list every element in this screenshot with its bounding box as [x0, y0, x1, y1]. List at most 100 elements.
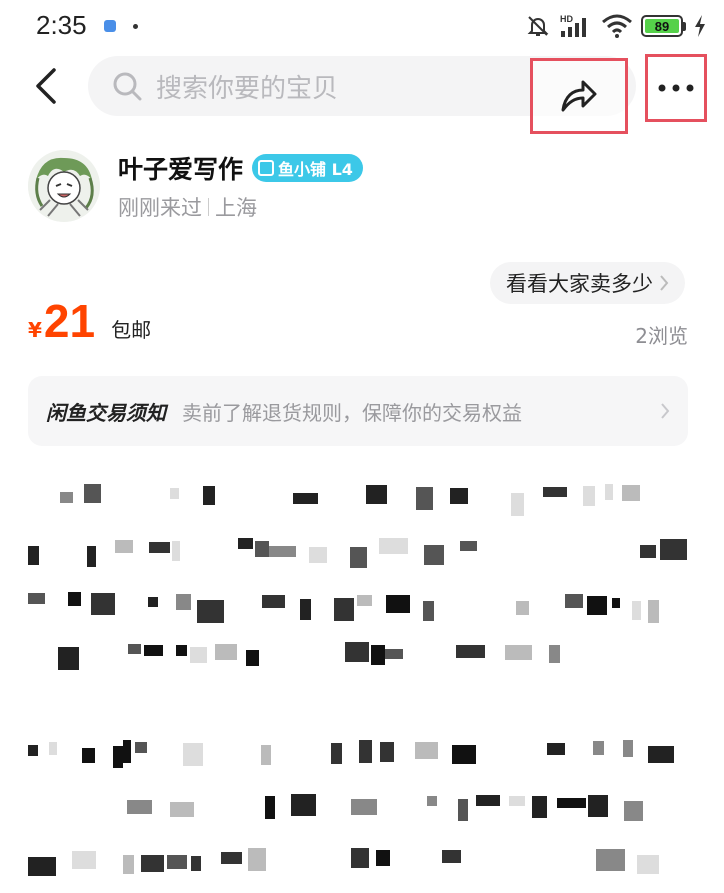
mosaic-block	[648, 746, 674, 763]
more-button[interactable]	[645, 54, 707, 122]
divider	[208, 198, 209, 216]
mosaic-block	[415, 742, 438, 759]
mosaic-block	[87, 546, 96, 567]
mosaic-block	[300, 599, 311, 620]
mosaic-block	[385, 649, 403, 659]
mosaic-block	[82, 748, 95, 763]
status-bar: 2:35 HD 89	[0, 0, 724, 52]
mosaic-block	[543, 487, 567, 497]
search-placeholder: 搜索你要的宝贝	[156, 73, 339, 104]
price-amount: 21	[43, 295, 96, 347]
mosaic-block	[265, 796, 275, 819]
mosaic-block	[123, 855, 134, 874]
mosaic-block	[215, 644, 237, 660]
mosaic-block	[532, 796, 547, 818]
mosaic-block	[123, 740, 131, 763]
share-button[interactable]	[530, 58, 628, 134]
compare-prices-button[interactable]: 看看大家卖多少	[490, 262, 685, 304]
mosaic-block	[366, 485, 387, 504]
mosaic-block	[221, 852, 242, 864]
mosaic-block	[509, 796, 525, 806]
compare-label: 看看大家卖多少	[506, 272, 653, 296]
hd-signal-icon: HD	[560, 14, 586, 37]
mosaic-block	[640, 545, 656, 558]
mosaic-block	[637, 855, 659, 874]
mosaic-block	[49, 742, 57, 755]
wifi-icon	[602, 14, 632, 38]
mosaic-block	[516, 601, 529, 615]
mosaic-block	[357, 595, 372, 606]
mosaic-block	[91, 593, 115, 615]
mosaic-block	[148, 597, 158, 607]
mosaic-block	[113, 746, 123, 768]
mosaic-block	[476, 795, 500, 806]
mosaic-block	[172, 541, 180, 561]
mosaic-block	[452, 745, 476, 764]
mosaic-block	[427, 796, 437, 806]
mosaic-block	[371, 645, 385, 665]
charging-icon	[695, 15, 705, 37]
app-notification-icon	[104, 20, 116, 32]
trade-notice[interactable]: 闲鱼交易须知 卖前了解退货规则，保障你的交易权益	[28, 376, 688, 446]
last-seen: 刚刚来过	[118, 196, 202, 220]
price: ¥ 21 包邮	[28, 294, 151, 348]
mosaic-block	[141, 855, 164, 872]
search-icon	[113, 72, 142, 101]
mosaic-block	[28, 546, 39, 565]
status-time: 2:35	[36, 10, 87, 40]
mosaic-block	[291, 794, 316, 816]
mosaic-block	[450, 488, 468, 504]
back-arrow-icon	[36, 68, 56, 104]
mosaic-block	[458, 799, 468, 821]
mosaic-block	[28, 593, 45, 604]
mosaic-block	[632, 601, 641, 620]
mosaic-block	[376, 850, 390, 866]
top-nav: 搜索你要的宝贝	[0, 52, 724, 134]
mosaic-block	[511, 493, 524, 516]
mosaic-block	[424, 545, 444, 565]
mosaic-block	[587, 596, 607, 615]
shop-icon	[258, 160, 274, 176]
mosaic-block	[612, 598, 620, 608]
mosaic-block	[549, 645, 560, 663]
avatar[interactable]	[28, 150, 100, 222]
mosaic-block	[547, 743, 565, 755]
mosaic-block	[203, 486, 215, 505]
mosaic-block	[149, 542, 170, 553]
mosaic-block	[648, 600, 659, 623]
mosaic-block	[261, 745, 271, 765]
currency-symbol: ¥	[28, 318, 42, 342]
mosaic-block	[135, 742, 147, 753]
mosaic-block	[379, 538, 408, 554]
mosaic-block	[380, 742, 394, 762]
mosaic-block	[359, 740, 372, 763]
mosaic-block	[144, 645, 163, 656]
mosaic-block	[170, 802, 194, 817]
mosaic-block	[386, 595, 410, 613]
mosaic-block	[255, 541, 269, 557]
share-icon	[561, 80, 597, 112]
mosaic-block	[442, 850, 461, 863]
mosaic-block	[84, 484, 101, 503]
mosaic-block	[60, 492, 73, 503]
shop-level-badge: 鱼小铺 L4	[252, 154, 363, 182]
mosaic-block	[28, 745, 38, 756]
mosaic-block	[334, 598, 354, 621]
mosaic-block	[416, 487, 433, 510]
mosaic-block	[28, 857, 56, 876]
back-button[interactable]	[28, 64, 64, 108]
mosaic-block	[176, 594, 191, 610]
mosaic-block	[248, 848, 266, 871]
mosaic-block	[197, 600, 224, 623]
seller-meta: 刚刚来过 上海	[118, 192, 257, 222]
mute-bell-icon	[527, 16, 549, 36]
mosaic-block	[269, 546, 296, 557]
notice-title: 闲鱼交易须知	[46, 400, 166, 425]
mosaic-block	[345, 642, 369, 662]
chevron-right-icon	[661, 403, 670, 419]
mosaic-block	[623, 740, 633, 757]
seller-info[interactable]: 叶子爱写作 鱼小铺 L4 刚刚来过 上海	[28, 146, 708, 226]
mosaic-block	[350, 547, 367, 568]
mosaic-block	[58, 647, 79, 670]
mosaic-block	[176, 645, 187, 656]
